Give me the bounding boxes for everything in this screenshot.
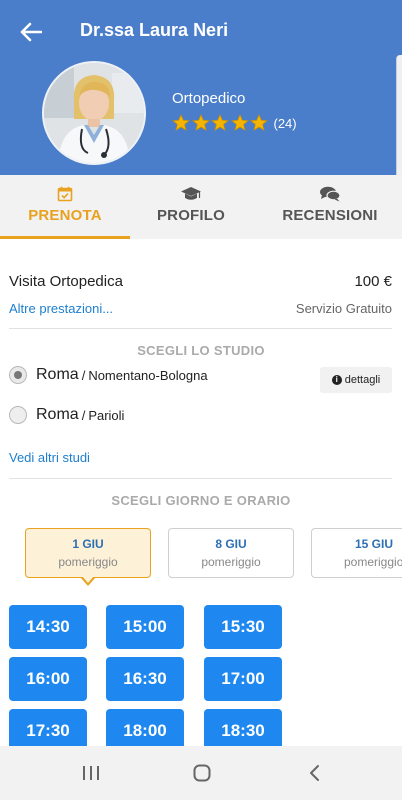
day-date: 8 GIU [215,537,247,551]
graduation-cap-icon [181,187,201,200]
star-icon [172,114,190,131]
studio-separator: / [81,407,86,423]
studio-area: Nomentano-Bologna [88,367,208,383]
star-icon [191,114,210,131]
tab-recensioni[interactable]: RECENSIONI [258,175,402,239]
back-button[interactable] [16,18,46,46]
home-button[interactable] [187,759,217,787]
tab-label: PRENOTA [28,207,102,224]
studio-separator: / [81,367,86,383]
time-slot-button[interactable]: 16:00 [9,657,87,701]
time-slot-button[interactable]: 16:30 [106,657,184,701]
studio-city: Roma [36,406,79,423]
day-card[interactable]: 8 GIU pomeriggio [168,528,294,578]
studio-city: Roma [36,366,79,383]
home-icon [193,764,211,782]
studio-option[interactable]: Roma / Parioli [9,406,124,424]
tab-label: RECENSIONI [282,207,378,224]
star-icon [211,114,229,131]
system-navigation-bar [0,746,402,800]
divider [9,328,392,329]
chevron-left-icon [310,765,319,781]
studio-section-title: SCEGLI LO STUDIO [137,343,265,358]
studio-area: Parioli [88,407,125,423]
doctor-header: Dr.ssa Laura Neri Ortopedico (24) [0,0,402,225]
active-tab-indicator [0,236,130,239]
divider [9,478,392,479]
day-date: 15 GIU [355,537,394,551]
doctor-avatar [42,61,146,165]
visit-price: 100 € [354,273,392,290]
schedule-section-title: SCEGLI GIORNO E ORARIO [111,493,291,508]
recent-apps-button[interactable] [76,759,106,787]
chat-bubbles-icon [320,186,341,202]
more-studios-link[interactable]: Vedi altri studi [9,450,90,465]
other-services-link[interactable]: Altre prestazioni... [9,301,113,316]
day-card[interactable]: 15 GIU pomeriggio [311,528,402,578]
star-icon [250,114,268,131]
time-slot-button[interactable]: 14:30 [9,605,87,649]
day-card[interactable]: 1 GIU pomeriggio [25,528,151,578]
radio-button[interactable] [9,366,27,384]
time-slot-button[interactable]: 15:00 [106,605,184,649]
arrow-left-icon [20,22,42,42]
day-date: 1 GIU [72,537,104,551]
recent-apps-icon [83,766,99,780]
time-slot-button[interactable]: 17:00 [204,657,282,701]
tab-bar: PRENOTA PROFILO RECENSIONI [0,175,402,239]
radio-button[interactable] [9,406,27,424]
day-period: pomeriggio [58,555,118,569]
back-nav-button[interactable] [300,759,330,787]
star-icon [230,114,249,131]
service-note: Servizio Gratuito [295,301,392,316]
calendar-check-icon [57,186,73,202]
tab-profilo[interactable]: PROFILO [126,175,256,239]
tab-prenota[interactable]: PRENOTA [0,175,130,239]
studio-option[interactable]: Roma / Nomentano-Bologna [9,366,208,384]
doctor-specialty: Ortopedico [172,90,246,107]
rating: (24) [172,114,297,132]
time-slot-button[interactable]: 15:30 [204,605,282,649]
info-icon: i [331,375,342,385]
details-button[interactable]: i dettagli [320,367,392,393]
rating-count: (24) [273,115,297,131]
doctor-name: Dr.ssa Laura Neri [80,20,229,40]
visit-name: Visita Ortopedica [9,273,123,290]
details-label: dettagli [344,374,381,386]
day-period: pomeriggio [344,555,402,569]
day-period: pomeriggio [201,555,261,569]
tab-label: PROFILO [156,207,226,224]
